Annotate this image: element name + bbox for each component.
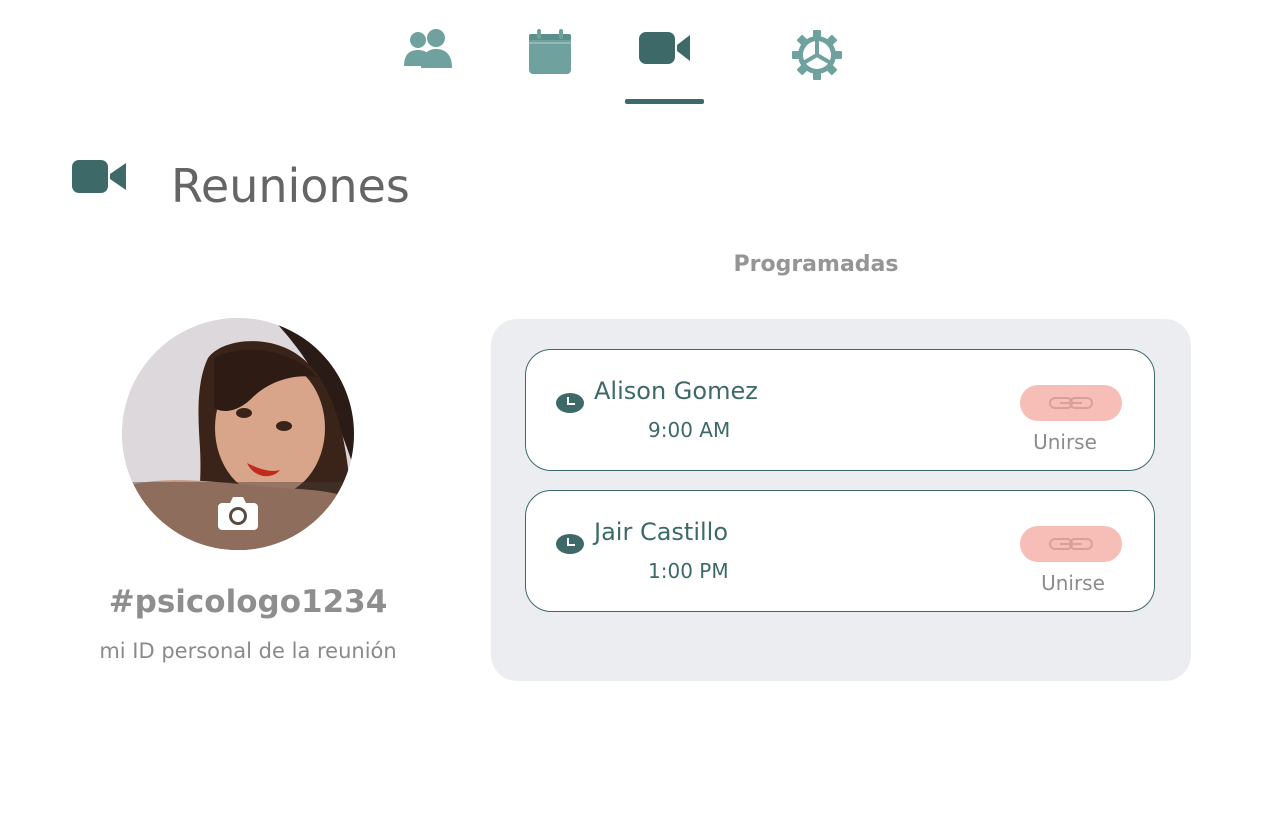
gear-icon <box>792 30 842 80</box>
link-icon <box>1049 397 1093 409</box>
meeting-card: Jair Castillo 1:00 PM Unirse <box>525 490 1155 612</box>
meeting-participant-name: Jair Castillo <box>594 518 729 546</box>
scheduled-meetings-panel: Alison Gomez 9:00 AM Unirse Jair Castill… <box>491 319 1191 681</box>
meeting-participant-name: Alison Gomez <box>594 377 758 405</box>
nav-meetings-tab[interactable] <box>625 28 704 98</box>
join-meeting-label[interactable]: Unirse <box>1020 430 1110 454</box>
personal-meeting-id: #psicologo1234 <box>108 584 388 620</box>
clock-icon <box>556 393 584 413</box>
meeting-time: 9:00 AM <box>648 418 731 442</box>
clock-icon <box>556 534 584 554</box>
active-tab-indicator <box>625 99 704 104</box>
join-meeting-button[interactable] <box>1020 385 1122 421</box>
avatar[interactable] <box>122 318 354 550</box>
link-icon <box>1049 538 1093 550</box>
scheduled-section-title: Programadas <box>733 252 899 277</box>
nav-calendar-tab[interactable] <box>522 28 578 98</box>
top-navigation <box>0 0 1280 110</box>
page-title: Reuniones <box>171 159 410 213</box>
join-meeting-button[interactable] <box>1020 526 1122 562</box>
join-meeting-label[interactable]: Unirse <box>1028 571 1118 595</box>
nav-people-tab[interactable] <box>398 28 456 98</box>
calendar-icon <box>529 29 571 74</box>
meeting-id-caption: mi ID personal de la reunión <box>99 639 397 663</box>
video-camera-icon <box>72 160 126 193</box>
nav-settings-tab[interactable] <box>788 28 846 98</box>
meeting-time: 1:00 PM <box>648 559 729 583</box>
meeting-card: Alison Gomez 9:00 AM Unirse <box>525 349 1155 471</box>
camera-icon <box>218 497 258 530</box>
people-icon <box>404 29 452 68</box>
video-camera-icon <box>638 32 690 64</box>
